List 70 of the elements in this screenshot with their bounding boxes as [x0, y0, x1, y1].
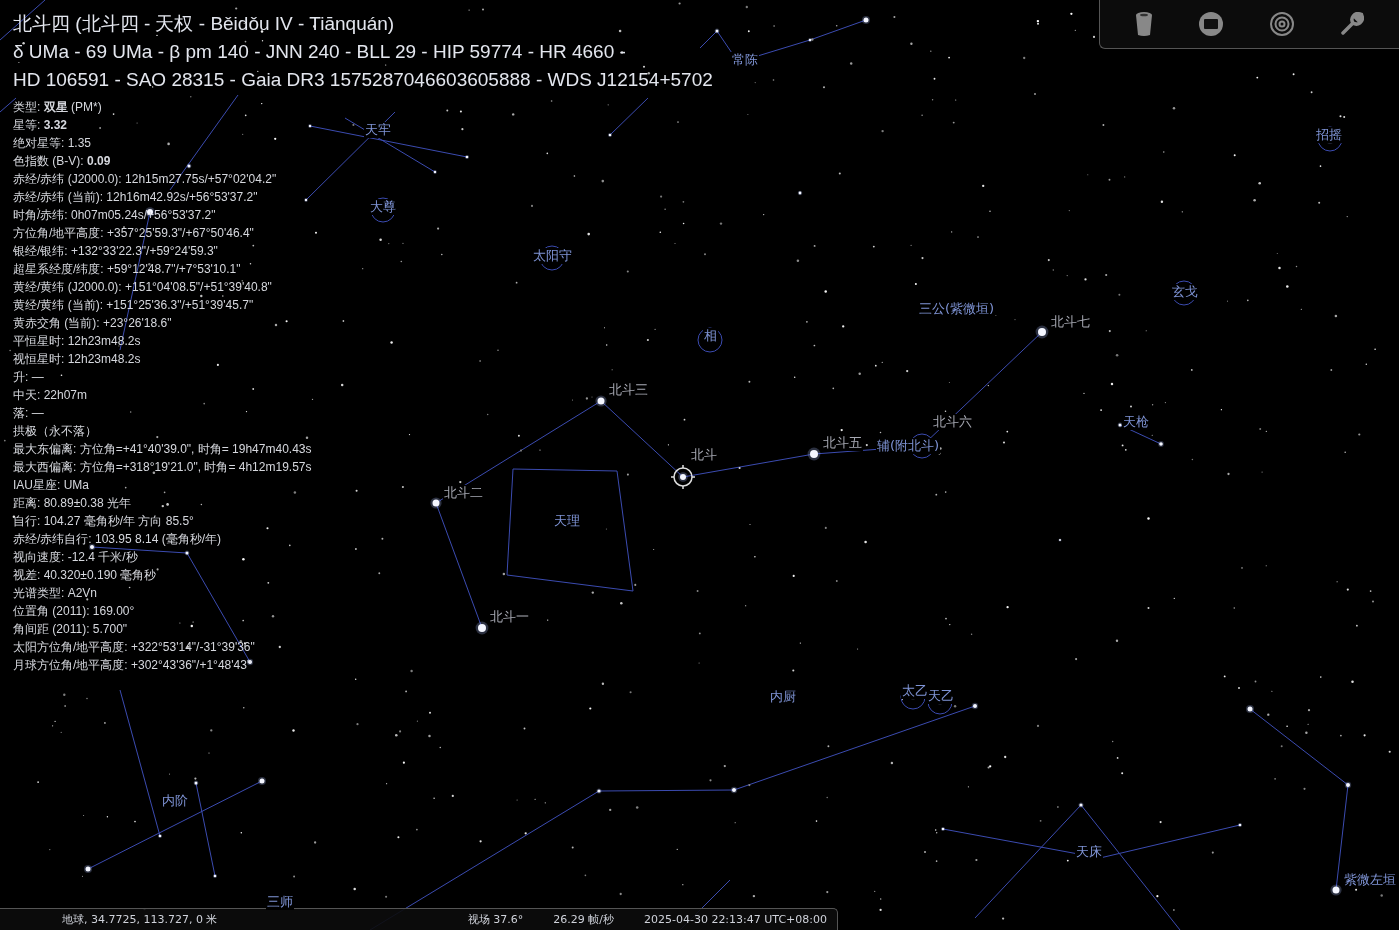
frame-rate-text: 26.29 帧/秒: [553, 912, 614, 927]
info-line: 视向速度: -12.4 千米/秒: [13, 549, 138, 566]
info-line: 视差: 40.320±0.190 毫角秒: [13, 567, 157, 584]
info-line: IAU星座: UMa: [13, 477, 89, 494]
info-line: 月球方位角/地平高度: +302°43'36"/+1°48'43": [13, 657, 252, 674]
location-text: 地球, 34.7725, 113.727, 0 米: [62, 912, 218, 927]
info-line: 绝对星等: 1.35: [13, 135, 92, 152]
field-of-view-text: 视场 37.6°: [467, 912, 524, 927]
object-title: 北斗四 (北斗四 - 天权 - Běidǒu IV - Tiānquán): [13, 12, 395, 36]
info-line: 太阳方位角/地平高度: +322°53'14"/-31°39'36": [13, 639, 255, 656]
cylinder-icon[interactable]: [1134, 11, 1153, 37]
date-time-text: 2025-04-30 22:13:47 UTC+08:00: [643, 913, 827, 926]
asterism-label: 天理: [553, 513, 581, 529]
star-label: 北斗六: [932, 414, 973, 430]
target-icon[interactable]: [1269, 11, 1296, 37]
info-line: 赤经/赤纬自行: 103.95 8.14 (毫角秒/年): [13, 531, 222, 548]
info-line: 最大东偏离: 方位角=+41°40'39.0", 时角= 19h47m40.43s: [13, 441, 312, 458]
info-line: 落: —: [13, 405, 44, 422]
info-line: 方位角/地平高度: +357°25'59.3"/+67°50'46.4": [13, 225, 254, 242]
settings-icon[interactable]: [1340, 12, 1365, 36]
star-label: 北斗五: [822, 435, 863, 451]
info-line: 黄经/黄纬 (J2000.0): +151°04'08.5"/+51°39'40.8": [13, 279, 272, 296]
object-title: HD 106591 - SAO 28315 - Gaia DR3 1575287046603605888 - WDS J12154+5702: [13, 68, 713, 92]
info-line: 黄经/黄纬 (当前): +151°25'36.3"/+51°39'45.7": [13, 297, 254, 314]
info-line: 黄赤交角 (当前): +23°26'18.6": [13, 315, 172, 332]
info-line: 赤经/赤纬 (J2000.0): 12h15m27.75s/+57°02'04.2": [13, 171, 277, 188]
info-line: 时角/赤纬: 0h07m05.24s/+56°53'37.2": [13, 207, 216, 224]
info-line: 视恒星时: 12h23m48.2s: [13, 351, 141, 368]
asterism-label: 天床: [1075, 844, 1103, 860]
asterism-label: 天枪: [1122, 414, 1150, 430]
asterism-label: 内厨: [769, 689, 797, 705]
info-line: 中天: 22h07m: [13, 387, 88, 404]
asterism-label: 内阶: [161, 793, 189, 809]
asterism-label: 三师: [266, 894, 294, 910]
star-label: 北斗二: [443, 485, 484, 501]
info-line: 超星系经度/纬度: +59°12'48.7"/+7°53'10.1": [13, 261, 241, 278]
info-line: 色指数 (B-V): 0.09: [13, 153, 111, 170]
star-label: 北斗三: [608, 382, 649, 398]
asterism-label: 相: [703, 328, 718, 344]
asterism-label: 玄戈: [1171, 284, 1199, 300]
asterism-label: 招摇: [1315, 127, 1343, 143]
info-line: 银经/银纬: +132°33'22.3"/+59°24'59.3": [13, 243, 218, 260]
object-title: δ UMa - 69 UMa - β pm 140 - JNN 240 - BLL 29 - HIP 59774 - HR 4660 -: [13, 40, 626, 64]
star-label: 北斗七: [1050, 314, 1091, 330]
info-line: 平恒星时: 12h23m48.2s: [13, 333, 141, 350]
asterism-label: 天牢: [364, 122, 392, 138]
constellation-line: [609, 97, 649, 136]
asterism-label: 辅(附北斗): [876, 438, 941, 454]
info-line: 距离: 80.89±0.38 光年: [13, 495, 131, 512]
asterism-label: 紫微左垣: [1343, 872, 1397, 888]
info-line: 拱极（永不落）: [13, 423, 97, 440]
info-line: 位置角 (2011): 169.00°: [13, 603, 135, 620]
asterism-label: 常陈: [731, 52, 759, 68]
target-marker-icon: [670, 464, 696, 490]
asterism-label: 天乙: [927, 688, 955, 704]
info-line: 角间距 (2011): 5.700": [13, 621, 128, 638]
info-line: 升: —: [13, 369, 44, 386]
info-line: 最大西偏离: 方位角=+318°19'21.0", 时角= 4h12m19.57s: [13, 459, 312, 476]
asterism-label: 三公(紫微垣): [918, 301, 996, 317]
info-line: 类型: 双星 (PM*): [13, 99, 102, 116]
star-label: 北斗: [690, 447, 718, 463]
star-label: 北斗一: [489, 609, 530, 625]
info-line: 星等: 3.32: [13, 117, 68, 134]
info-line: 自行: 104.27 毫角秒/年 方向 85.5°: [13, 513, 194, 530]
info-line: 光谱类型: A2Vn: [13, 585, 98, 602]
info-line: 赤经/赤纬 (当前): 12h16m42.92s/+56°53'37.2": [13, 189, 258, 206]
asterism-label: 太阳守: [532, 248, 573, 264]
asterism-label: 大尊: [369, 199, 397, 215]
asterism-label: 太乙: [901, 683, 929, 699]
screen-icon[interactable]: [1197, 11, 1224, 37]
